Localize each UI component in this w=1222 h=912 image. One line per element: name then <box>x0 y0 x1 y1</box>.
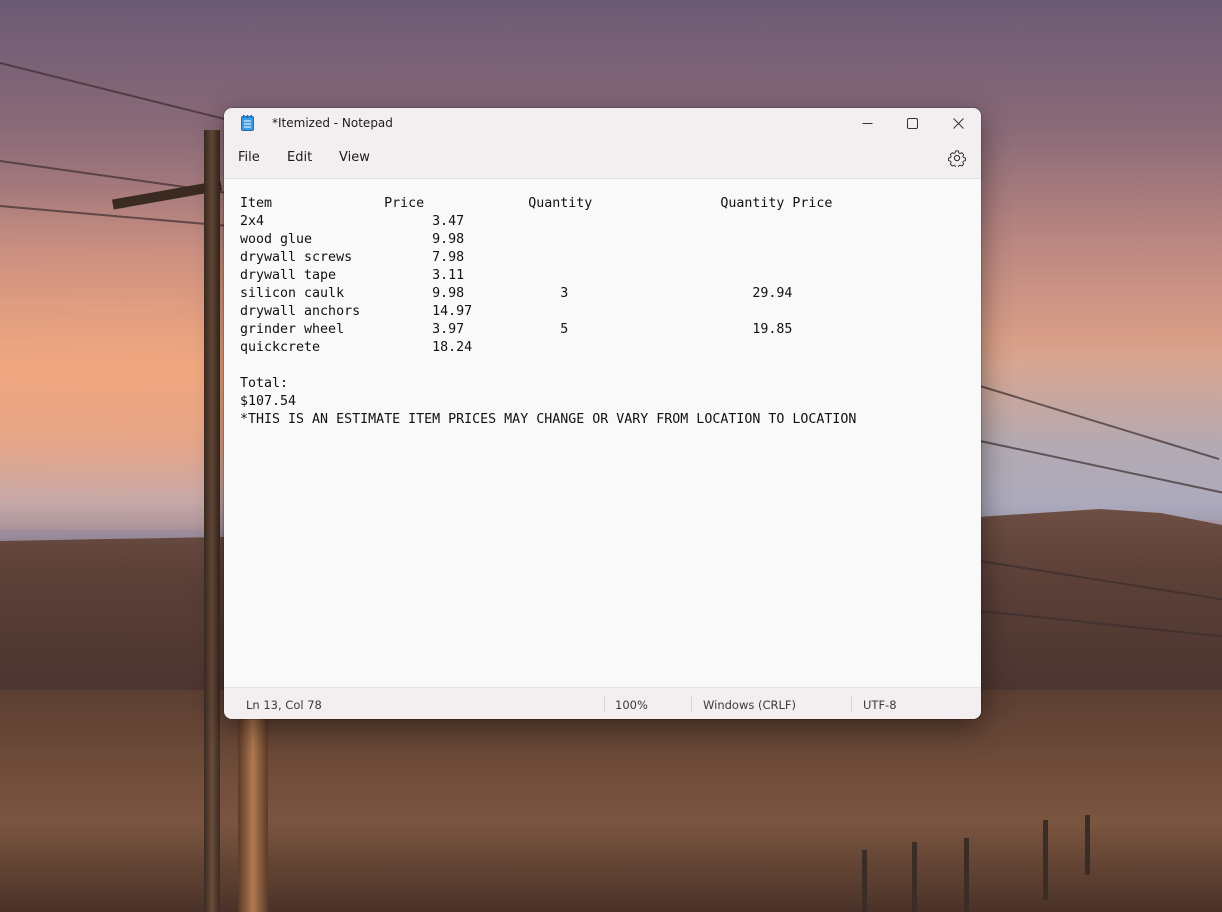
text-editor[interactable]: Item Price Quantity Quantity Price 2x4 3… <box>224 179 981 687</box>
status-divider <box>604 696 605 712</box>
fence-post <box>862 850 867 912</box>
minimize-button[interactable] <box>844 108 890 138</box>
line-ending[interactable]: Windows (CRLF) <box>703 698 796 712</box>
zoom-level[interactable]: 100% <box>615 698 648 712</box>
fence-post <box>1085 815 1090 875</box>
power-line <box>0 62 234 123</box>
text-line: Item Price Quantity Quantity Price <box>240 196 833 211</box>
cursor-position: Ln 13, Col 78 <box>246 698 322 712</box>
close-button[interactable] <box>935 108 981 138</box>
text-line: silicon caulk 9.98 3 29.94 <box>240 286 793 301</box>
notepad-window: *Itemized - Notepad File Edit View Item … <box>224 108 981 719</box>
fence-post <box>1043 820 1048 900</box>
encoding[interactable]: UTF-8 <box>863 698 897 712</box>
text-line: drywall screws 7.98 <box>240 250 465 265</box>
document-text[interactable]: Item Price Quantity Quantity Price 2x4 3… <box>240 195 856 429</box>
text-line: drywall tape 3.11 <box>240 268 465 283</box>
fence-post <box>964 838 969 912</box>
menu-bar: File Edit View <box>224 138 981 179</box>
desert-ground <box>0 690 1222 912</box>
wooden-pole <box>238 700 268 912</box>
text-line: wood glue 9.98 <box>240 232 465 247</box>
gear-icon[interactable] <box>948 149 966 167</box>
menu-view[interactable]: View <box>339 150 370 165</box>
close-icon <box>952 117 964 129</box>
minimize-icon <box>862 122 872 124</box>
menu-file[interactable]: File <box>238 150 260 165</box>
maximize-icon <box>906 117 918 129</box>
text-line: grinder wheel 3.97 5 19.85 <box>240 322 793 337</box>
menu-edit[interactable]: Edit <box>287 150 312 165</box>
text-line: quickcrete 18.24 <box>240 340 473 355</box>
status-divider <box>851 696 852 712</box>
status-bar: Ln 13, Col 78 100% Windows (CRLF) UTF-8 <box>224 687 981 719</box>
text-line: *THIS IS AN ESTIMATE ITEM PRICES MAY CHA… <box>240 412 857 427</box>
window-title: *Itemized - Notepad <box>272 116 393 130</box>
text-line: 2x4 3.47 <box>240 214 465 229</box>
text-line: $107.54 <box>240 394 297 409</box>
text-line: drywall anchors 14.97 <box>240 304 473 319</box>
title-bar[interactable]: *Itemized - Notepad <box>224 108 981 138</box>
maximize-button[interactable] <box>889 108 935 138</box>
sky-patch <box>980 340 1222 520</box>
status-divider <box>691 696 692 712</box>
utility-pole <box>204 130 220 912</box>
fence-post <box>912 842 917 912</box>
text-line: Total: <box>240 376 289 391</box>
notepad-icon <box>241 115 254 131</box>
